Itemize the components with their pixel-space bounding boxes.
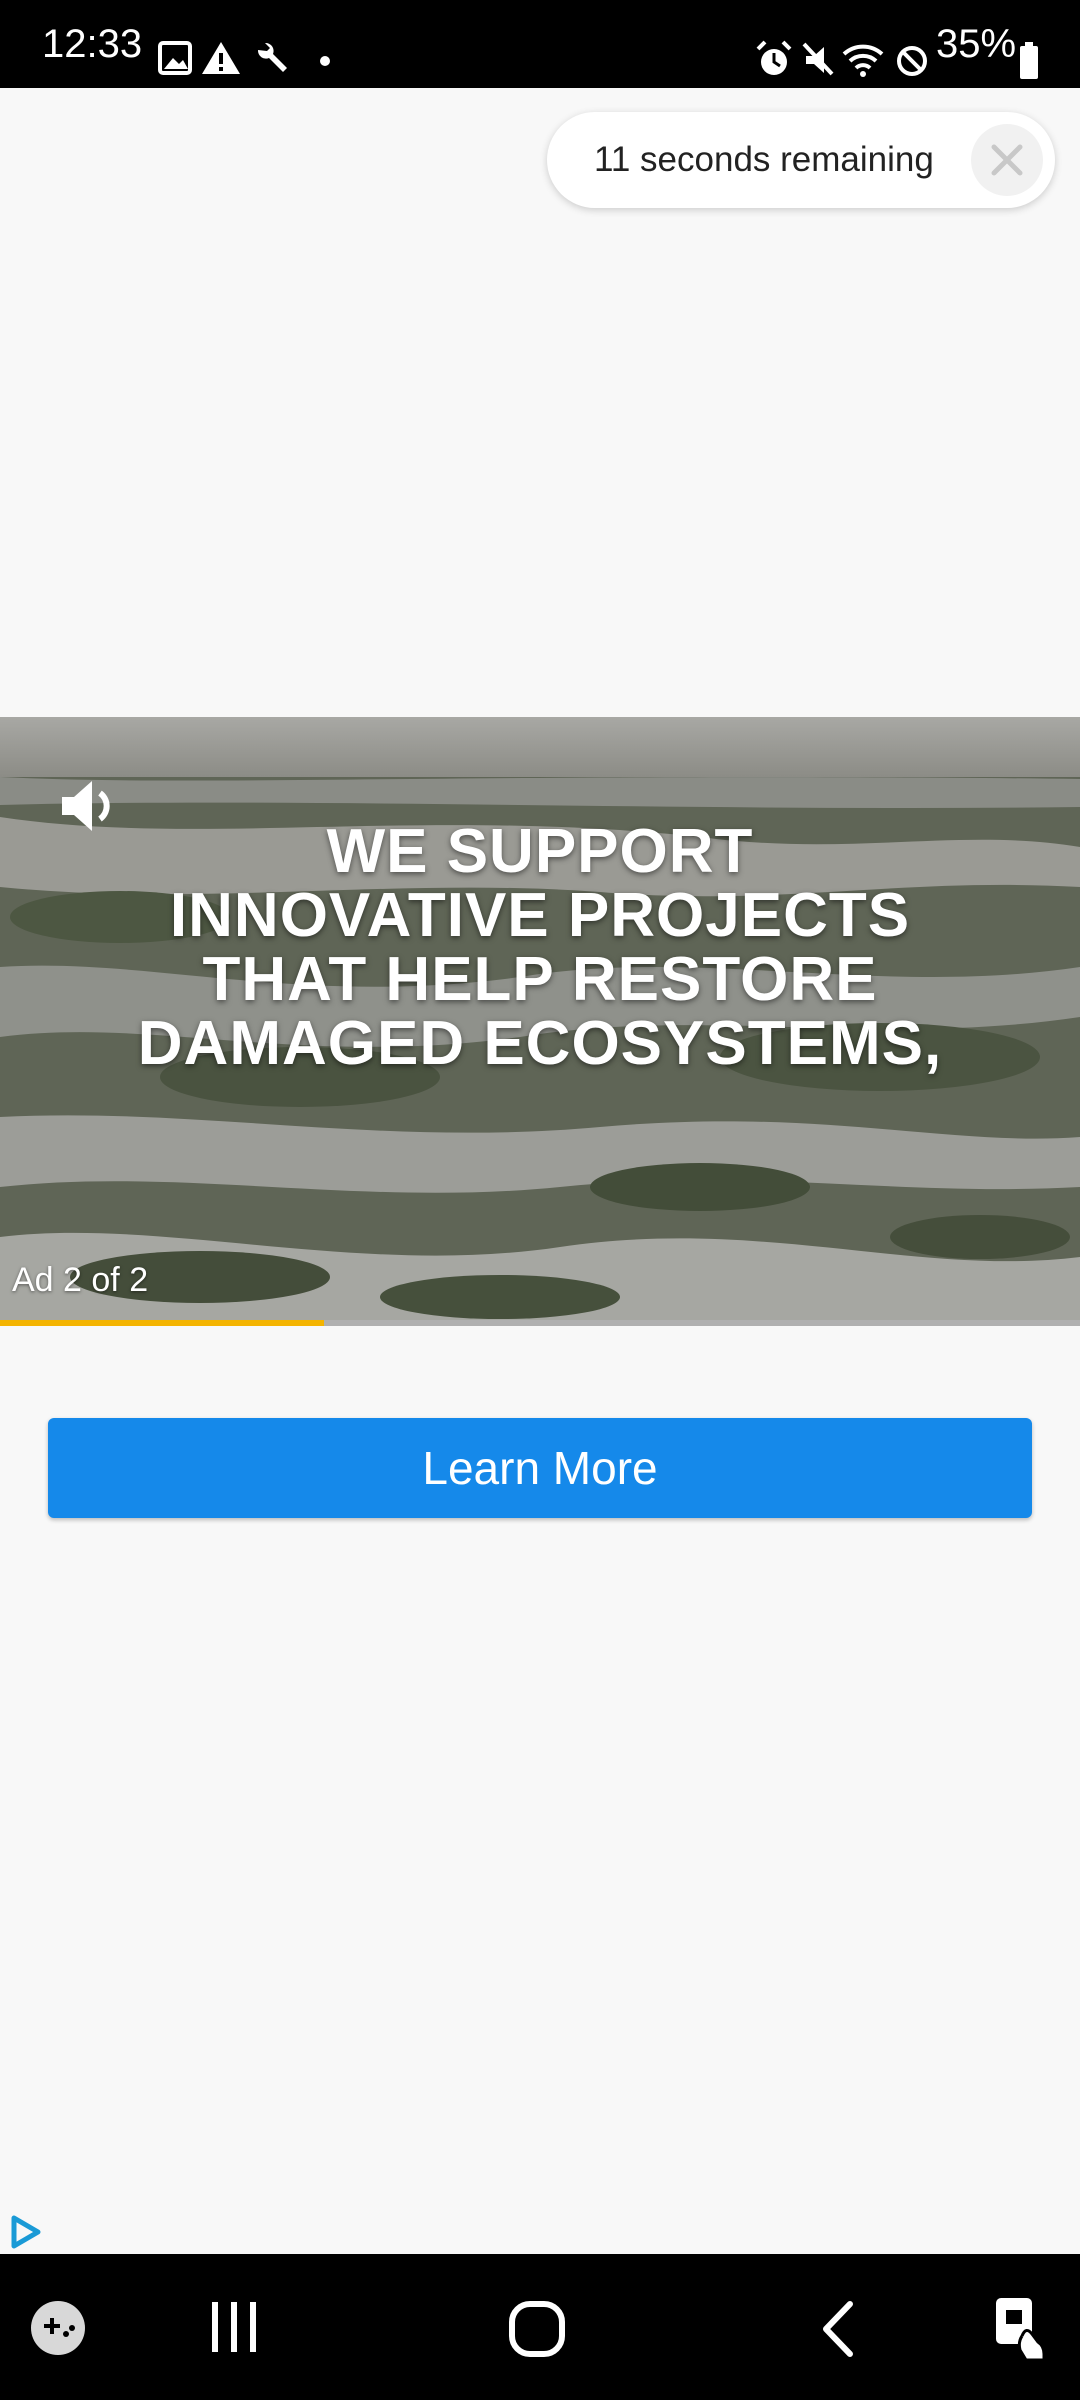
wrench-icon <box>257 42 287 72</box>
video-progress-bar <box>0 1320 1080 1326</box>
alarm-icon <box>756 40 792 75</box>
home-icon[interactable] <box>508 2300 568 2358</box>
timer-text: 11 seconds remaining <box>594 140 934 179</box>
adchoices-icon[interactable] <box>8 2214 44 2250</box>
close-icon <box>991 144 1023 176</box>
learn-more-button[interactable]: Learn More <box>48 1418 1032 1518</box>
status-left-icons <box>158 41 330 75</box>
caption-line: WE SUPPORT <box>326 817 754 886</box>
speaker-icon[interactable] <box>58 775 124 837</box>
navigation-bar <box>0 2254 1080 2400</box>
video-progress-fill <box>0 1320 324 1326</box>
caption-line: INNOVATIVE PROJECTS <box>169 881 911 950</box>
do-not-disturb-icon <box>897 46 927 76</box>
status-bar: 12:33 35% <box>0 0 1080 88</box>
assistant-touch-icon[interactable] <box>992 2296 1052 2360</box>
wifi-icon <box>842 44 884 77</box>
status-time: 12:33 <box>42 22 143 66</box>
image-icon <box>158 41 192 75</box>
battery-icon <box>1020 42 1038 79</box>
back-icon[interactable] <box>818 2300 858 2358</box>
dot-icon <box>320 56 330 66</box>
mute-icon <box>802 42 834 76</box>
close-button[interactable] <box>971 124 1043 196</box>
ad-caption: WE SUPPORT INNOVATIVE PROJECTS THAT HELP… <box>0 820 1080 1076</box>
ad-timer-pill: 11 seconds remaining <box>547 112 1055 208</box>
ad-counter: Ad 2 of 2 <box>12 1261 149 1299</box>
caption-line: THAT HELP RESTORE <box>202 945 878 1014</box>
game-launcher-icon[interactable] <box>30 2300 86 2356</box>
caption-line: DAMAGED ECOSYSTEMS, <box>137 1009 943 1078</box>
battery-percent: 35% <box>936 22 1017 66</box>
warning-icon <box>202 42 240 74</box>
recent-apps-icon[interactable] <box>204 2300 264 2354</box>
